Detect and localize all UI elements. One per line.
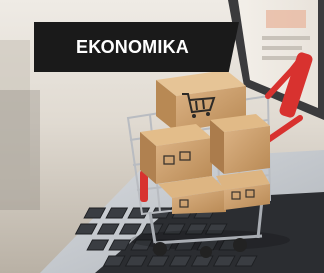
category-tag[interactable]: ΕΚΟΝΟΜΙΚΑ [34, 22, 239, 72]
category-label: ΕΚΟΝΟΜΙΚΑ [76, 36, 189, 57]
article-card[interactable]: ΕΚΟΝΟΜΙΚΑ [0, 0, 324, 273]
